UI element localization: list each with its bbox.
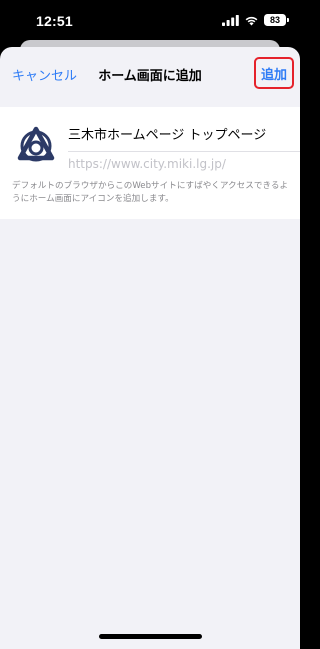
wifi-icon [245,16,258,25]
miki-city-logo-icon [17,126,55,162]
home-indicator [99,634,202,639]
add-to-home-screen-sheet: キャンセル ホーム画面に追加 追加 https://www.city.miki.… [0,47,300,649]
cellular-signal-icon [222,14,239,26]
add-button[interactable]: 追加 [254,57,294,89]
field-divider [68,151,300,152]
status-icons: 83 [222,11,289,29]
navigation-bar: キャンセル ホーム画面に追加 追加 [0,47,300,101]
status-bar: 12:51 83 [0,0,300,42]
status-time: 12:51 [36,13,73,29]
description-text: デフォルトのブラウザからこのWebサイトにすばやくアクセスできるようにホーム画面… [12,181,289,204]
bookmark-url: https://www.city.miki.lg.jp/ [68,157,226,171]
bookmark-name-field[interactable] [68,117,290,149]
battery-icon: 83 [264,14,289,26]
cancel-button[interactable]: キャンセル [12,65,77,84]
